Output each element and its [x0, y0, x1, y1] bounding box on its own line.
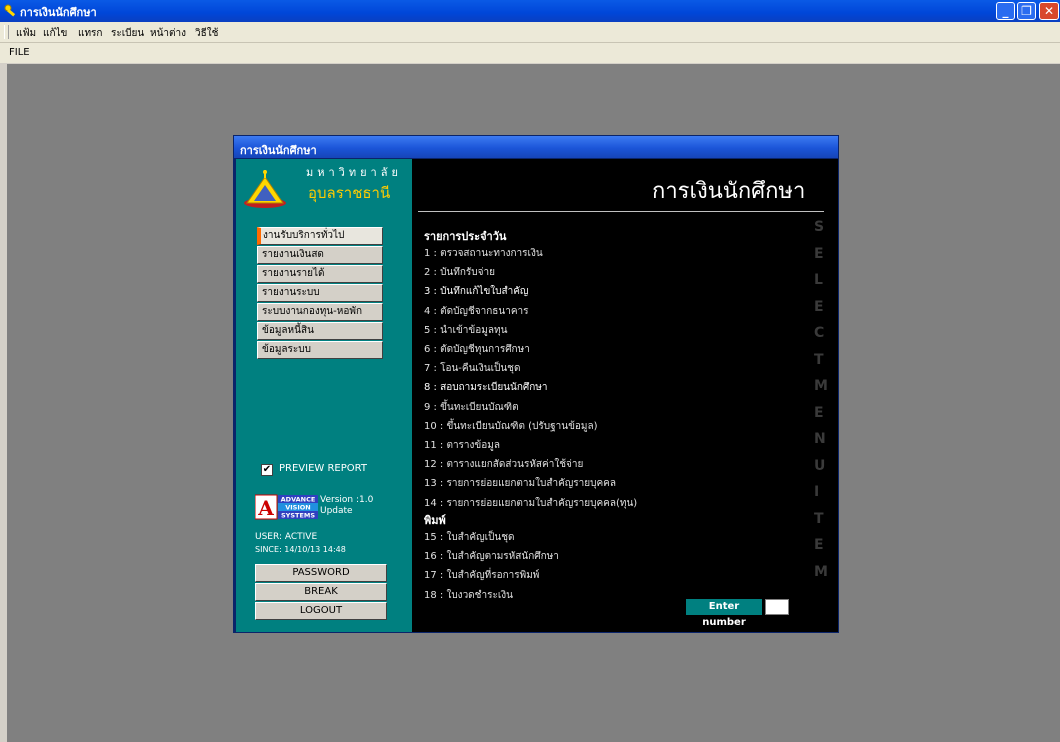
window-title: การเงินนักศึกษา [20, 6, 97, 19]
vertical-letter: E [814, 537, 824, 553]
left-menu-income-report[interactable]: รายงานรายได้ [257, 265, 383, 283]
menu-bar: แฟ้ม แก้ไข แทรก ระเบียน หน้าต่าง วิธีใช้ [0, 22, 1060, 43]
left-menu-fund-dorm[interactable]: ระบบงานกองทุน-หอพัก [257, 303, 383, 321]
menu-file[interactable]: แฟ้ม [16, 26, 36, 41]
vertical-letter: T [814, 351, 824, 368]
right-panel: การเงินนักศึกษา รายการประจำวัน 1 : ตรวจส… [412, 159, 838, 632]
section-print-heading: พิมพ์ [424, 514, 446, 527]
daily-menu-item[interactable]: 5 : นำเข้าข้อมูลทุน [424, 323, 507, 338]
menu-edit[interactable]: แก้ไข [43, 26, 67, 41]
logout-button[interactable]: LOGOUT [255, 602, 387, 620]
enter-number-label: Enter number [686, 599, 762, 628]
print-menu-item[interactable]: 15 : ใบสำคัญเป็นชุด [424, 530, 515, 545]
left-menu-cash-report[interactable]: รายงานเงินสด [257, 246, 383, 264]
vertical-letter: T [814, 510, 824, 527]
left-menu-system-data[interactable]: ข้อมูลระบบ [257, 341, 383, 359]
break-button[interactable]: BREAK [255, 583, 387, 601]
toolbar-file-label[interactable]: FILE [9, 47, 30, 58]
preview-report-checkbox[interactable]: ✔ [261, 464, 273, 476]
user-status: USER: ACTIVE [255, 532, 318, 542]
daily-menu-item[interactable]: 4 : ตัดบัญชีจากธนาคาร [424, 304, 529, 319]
menu-insert[interactable]: แทรก [78, 26, 102, 41]
advance-logo-line2: VISION [285, 504, 311, 512]
vertical-letter: E [814, 298, 824, 315]
app-big-title: การเงินนักศึกษา [652, 179, 806, 204]
daily-menu-item[interactable]: 12 : ตารางแยกสัดส่วนรหัสค่าใช้จ่าย [424, 457, 583, 472]
toolbar: FILE [0, 43, 1060, 63]
menu-help[interactable]: วิธีใช้ [195, 26, 218, 41]
restore-button[interactable]: ❐ [1017, 2, 1036, 20]
menu-records[interactable]: ระเบียน [111, 26, 144, 41]
university-name-line1: มหาวิทยาลัย [306, 166, 402, 179]
left-menu-general-service[interactable]: งานรับบริการทั่วไป [257, 227, 383, 245]
print-menu-item[interactable]: 18 : ใบงวดชำระเงิน [424, 588, 513, 603]
version-text: Version :1.0 [320, 495, 374, 505]
print-menu-item[interactable]: 17 : ใบสำคัญที่รอการพิมพ์ [424, 568, 539, 583]
vertical-letter: I [814, 484, 820, 500]
app-icon [4, 4, 16, 17]
left-menu: งานรับบริการทั่วไป รายงานเงินสด รายงานรา… [257, 227, 383, 360]
title-divider [418, 211, 824, 212]
advance-logo-line1: ADVANCE [281, 496, 316, 504]
left-menu-system-report[interactable]: รายงานระบบ [257, 284, 383, 302]
vertical-letter: S [814, 219, 825, 235]
vertical-letter: N [814, 431, 826, 447]
vertical-letter: M [814, 563, 828, 580]
print-menu-item[interactable]: 16 : ใบสำคัญตามรหัสนักศึกษา [424, 549, 559, 564]
daily-menu-item[interactable]: 7 : โอน-คืนเงินเป็นชุด [424, 361, 520, 376]
daily-menu-item[interactable]: 14 : รายการย่อยแยกตามใบสำคัญรายบุคคล(ทุน… [424, 496, 637, 511]
close-button[interactable]: ✕ [1039, 2, 1059, 20]
daily-menu-item[interactable]: 11 : ตารางข้อมูล [424, 438, 500, 453]
vertical-letter: U [814, 457, 826, 474]
dialog-titlebar[interactable]: การเงินนักศึกษา [234, 136, 838, 158]
daily-menu-item[interactable]: 9 : ขึ้นทะเบียนบัณฑิต [424, 400, 519, 415]
vertical-letter: E [814, 404, 824, 421]
advance-vision-logo-icon: A ADVANCE VISION SYSTEMS [255, 494, 318, 520]
menu-window[interactable]: หน้าต่าง [150, 26, 186, 41]
daily-menu-item[interactable]: 13 : รายการย่อยแยกตามใบสำคัญรายบุคคล [424, 476, 616, 491]
daily-menu-item[interactable]: 10 : ขึ้นทะเบียนบัณฑิต (ปรับฐานข้อมูล) [424, 419, 598, 434]
advance-logo-line3: SYSTEMS [281, 512, 315, 520]
section-daily-heading: รายการประจำวัน [424, 230, 507, 243]
vertical-letter: L [814, 272, 823, 288]
update-text: Update [320, 506, 353, 516]
menu-grip[interactable] [4, 25, 9, 39]
vertical-letter: C [814, 325, 825, 341]
dialog-title: การเงินนักศึกษา [240, 144, 317, 157]
left-menu-debt-data[interactable]: ข้อมูลหนี้สิน [257, 322, 383, 340]
since-timestamp: SINCE: 14/10/13 14:48 [255, 545, 346, 554]
main-dialog: การเงินนักศึกษา มหาวิทยาลัย อุบลราชธานี … [233, 135, 839, 633]
left-panel: มหาวิทยาลัย อุบลราชธานี งานรับบริการทั่ว… [236, 159, 412, 632]
enter-number-input[interactable] [765, 599, 789, 615]
daily-menu-item[interactable]: 1 : ตรวจสถานะทางการเงิน [424, 246, 543, 261]
minimize-button[interactable]: _ [996, 2, 1015, 20]
university-logo-icon [244, 170, 286, 208]
daily-menu-item[interactable]: 8 : สอบถามระเบียนนักศึกษา [424, 380, 548, 395]
vertical-letter: M [814, 378, 828, 394]
preview-report-label: PREVIEW REPORT [279, 463, 367, 474]
svg-text:A: A [257, 496, 274, 520]
vertical-letter: E [814, 245, 824, 262]
daily-menu-item[interactable]: 6 : ตัดบัญชีทุนการศึกษา [424, 342, 530, 357]
daily-menu-item[interactable]: 2 : บันทึกรับจ่าย [424, 265, 495, 280]
university-name-line2: อุบลราชธานี [308, 184, 391, 202]
daily-menu-item[interactable]: 3 : บันทึกแก้ไขใบสำคัญ [424, 284, 528, 299]
window-titlebar[interactable]: การเงินนักศึกษา _ ❐ ✕ [0, 0, 1060, 22]
password-button[interactable]: PASSWORD [255, 564, 387, 582]
